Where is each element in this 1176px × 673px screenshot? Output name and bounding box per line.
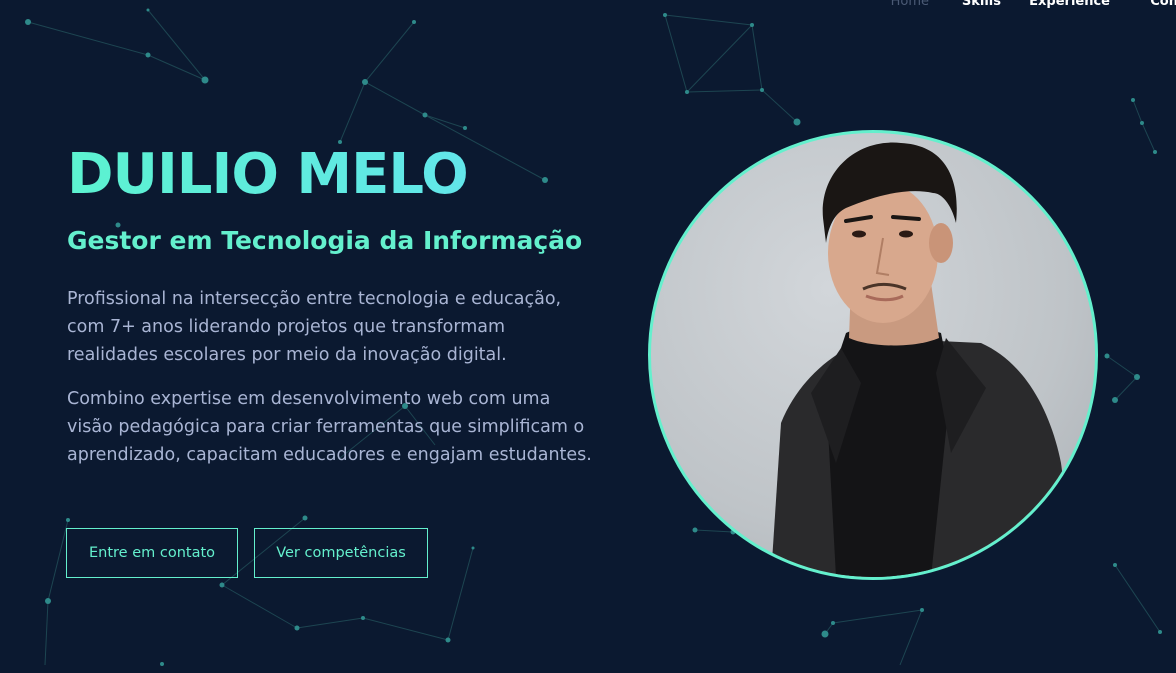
nav-contact-link[interactable]: Con: [1150, 0, 1176, 9]
hero-description-paragraph: Combino expertise em desenvolvimento web…: [67, 389, 592, 465]
view-skills-button[interactable]: Ver competências: [254, 528, 428, 578]
contact-button[interactable]: Entre em contato: [66, 528, 238, 578]
nav-home-link[interactable]: Home: [891, 0, 929, 9]
hero-intro-paragraph: Profissional na intersecção entre tecnol…: [67, 289, 562, 365]
profile-photo: [648, 130, 1098, 580]
portrait-illustration: [771, 142, 1076, 577]
hero-role: Gestor em Tecnologia da Informação: [67, 226, 583, 255]
nav-experience-link[interactable]: Experience: [1029, 0, 1110, 9]
nav-skills-link[interactable]: Skills: [962, 0, 1001, 9]
hero-name: DUILIO MELO: [67, 142, 469, 207]
